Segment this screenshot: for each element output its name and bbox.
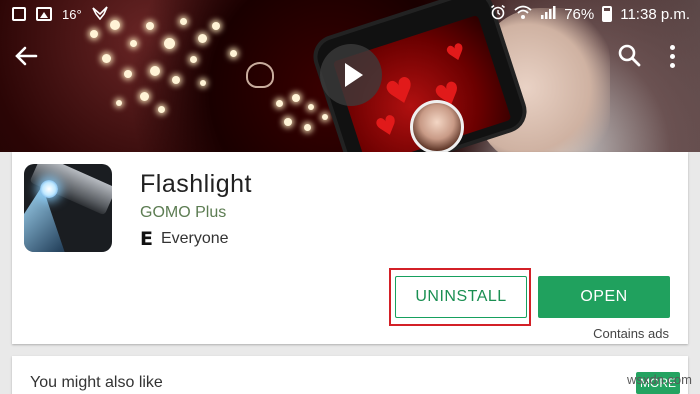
- open-button[interactable]: OPEN: [538, 276, 670, 318]
- esrb-everyone-icon: E: [140, 228, 153, 250]
- sparkle-heart-decoration: [80, 10, 240, 130]
- notification-square-icon: [12, 7, 26, 21]
- back-button[interactable]: [10, 40, 42, 72]
- portrait-circle: [410, 100, 464, 154]
- more-options-button[interactable]: [660, 40, 684, 72]
- heart-icon: ♥: [443, 38, 470, 69]
- status-right: 76% 11:38 p.m.: [490, 4, 700, 24]
- heart-icon: ♥: [371, 109, 404, 146]
- uninstall-button[interactable]: UNINSTALL: [395, 276, 527, 318]
- signal-icon: [540, 4, 556, 24]
- torch-lens: [40, 180, 58, 198]
- content-rating: E Everyone: [140, 228, 229, 250]
- wifi-icon: [514, 4, 532, 24]
- contains-ads-label: Contains ads: [593, 326, 669, 341]
- heart-outline-decoration: [246, 62, 274, 88]
- watermark: wsxdn.com: [626, 372, 692, 387]
- flashlight-app-icon: [24, 164, 112, 252]
- bird-icon: [91, 5, 108, 23]
- app-developer-link[interactable]: GOMO Plus: [140, 204, 226, 222]
- arrow-left-icon: [15, 46, 38, 66]
- play-store-app-page: ♥ ♥ ♥ ♥ 16° 76% 11:38 p.m. Flashlight GO…: [0, 0, 700, 394]
- battery-icon: [602, 6, 613, 22]
- temperature-text: 16°: [62, 6, 82, 22]
- app-title: Flashlight: [140, 170, 252, 198]
- content-rating-label: Everyone: [160, 230, 229, 247]
- app-details-card: Flashlight GOMO Plus E Everyone UNINSTAL…: [12, 152, 688, 344]
- search-icon: [618, 44, 641, 67]
- more-vert-icon: [669, 44, 675, 50]
- status-left: 16°: [0, 5, 108, 23]
- alarm-icon: [490, 4, 506, 24]
- search-button[interactable]: [614, 40, 646, 72]
- clock-time: 11:38 p.m.: [620, 5, 690, 23]
- gallery-icon: [36, 7, 52, 21]
- battery-percent: 76%: [564, 5, 595, 23]
- play-icon: [344, 63, 363, 87]
- status-bar: 16° 76% 11:38 p.m.: [0, 0, 700, 28]
- recommendations-card: You might also like MORE: [12, 356, 688, 394]
- recommendations-title: You might also like: [30, 374, 163, 391]
- play-video-button[interactable]: [320, 44, 382, 106]
